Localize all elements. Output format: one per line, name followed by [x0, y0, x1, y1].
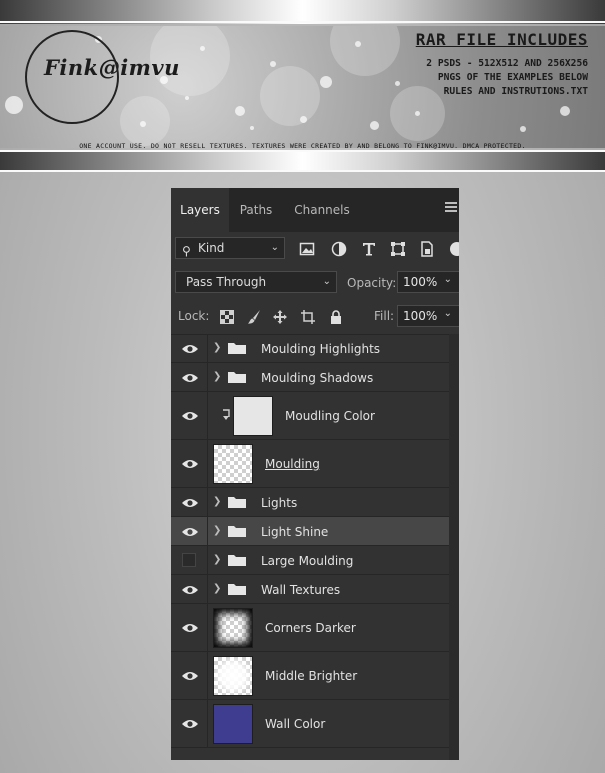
eye-icon[interactable] — [181, 718, 199, 730]
layer-name: Moulding Shadows — [261, 371, 374, 385]
logo-text: Fink@imvu — [44, 55, 180, 80]
type-filter-icon[interactable] — [361, 241, 377, 257]
layer-name: Moudling Color — [285, 409, 375, 423]
layer-name: Wall Color — [265, 717, 326, 731]
disclaimer-text: ONE ACCOUNT USE. DO NOT RESELL TEXTURES.… — [79, 142, 526, 150]
lock-artboard-icon[interactable] — [300, 309, 316, 325]
tab-layers[interactable]: Layers — [171, 188, 229, 232]
filter-row: ⚲ Kind ⌄ — [171, 232, 459, 266]
eye-icon[interactable] — [181, 410, 199, 422]
layer-name: Light Shine — [261, 525, 329, 539]
fill-label: Fill: — [374, 309, 395, 323]
smart-object-filter-icon[interactable] — [419, 241, 435, 257]
layer-row[interactable]: ❯ Large Moulding — [171, 546, 449, 575]
layers-panel: Layers Paths Channels ⚲ Kind ⌄ Pass Thro… — [171, 188, 459, 760]
panel-menu-icon[interactable] — [445, 202, 457, 216]
layer-thumbnail — [213, 444, 253, 484]
rar-line-1: 2 PSDS - 512X512 AND 256X256 — [426, 58, 588, 69]
folder-icon — [228, 555, 246, 566]
layer-name: Lights — [261, 496, 298, 510]
folder-icon — [228, 343, 246, 354]
layer-thumbnail — [213, 656, 253, 696]
folder-icon — [228, 497, 246, 508]
layer-row[interactable]: Middle Brighter — [171, 652, 449, 700]
chevron-right-icon[interactable]: ❯ — [213, 554, 221, 565]
layer-row-selected[interactable]: ❯ Light Shine — [171, 517, 449, 546]
layers-scrollbar[interactable] — [449, 334, 459, 760]
blend-row: Pass Through ⌄ Opacity: 100% ⌄ — [171, 266, 459, 300]
lock-label: Lock: — [178, 309, 210, 323]
opacity-input[interactable]: 100% ⌄ — [397, 271, 459, 293]
lock-transparent-pixels-icon[interactable] — [219, 309, 235, 325]
layer-name: Corners Darker — [265, 621, 356, 635]
rar-line-2: PNGS OF THE EXAMPLES BELOW — [437, 72, 588, 83]
search-icon: ⚲ — [182, 244, 191, 258]
filter-kind-select[interactable]: ⚲ Kind ⌄ — [175, 237, 285, 259]
chevron-down-icon: ⌄ — [270, 242, 279, 253]
layer-name: Middle Brighter — [265, 669, 358, 683]
chrome-bar-bottom — [0, 150, 605, 172]
clipping-mask-icon — [223, 409, 230, 420]
fill-input[interactable]: 100% ⌄ — [397, 305, 459, 327]
image-filter-icon[interactable] — [299, 241, 315, 257]
layer-name: Moulding — [265, 457, 320, 471]
eye-icon[interactable] — [181, 622, 199, 634]
layer-name: Moulding Highlights — [261, 342, 381, 356]
opacity-label: Opacity: — [347, 276, 397, 290]
layer-name: Large Moulding — [261, 554, 354, 568]
chevron-down-icon: ⌄ — [443, 308, 452, 319]
lock-image-pixels-icon[interactable] — [246, 309, 262, 325]
chevron-right-icon[interactable]: ❯ — [213, 496, 221, 507]
layer-name: Wall Textures — [261, 583, 341, 597]
folder-icon — [228, 372, 246, 383]
chevron-right-icon[interactable]: ❯ — [213, 371, 221, 382]
eye-icon[interactable] — [181, 372, 199, 384]
opacity-value: 100% — [403, 275, 438, 289]
folder-icon — [228, 526, 246, 537]
layer-row[interactable]: Moudling Color — [171, 392, 449, 440]
chevron-right-icon[interactable]: ❯ — [213, 583, 221, 594]
blend-mode-select[interactable]: Pass Through ⌄ — [175, 271, 337, 293]
eye-icon[interactable] — [181, 526, 199, 538]
blend-mode-value: Pass Through — [186, 275, 267, 289]
layer-row[interactable]: Corners Darker — [171, 604, 449, 652]
eye-icon[interactable] — [181, 343, 199, 355]
lock-all-icon[interactable] — [328, 309, 344, 325]
layer-thumbnail — [233, 396, 273, 436]
promo-banner: Fink@imvu RAR FILE INCLUDES 2 PSDS - 512… — [0, 0, 605, 175]
chevron-right-icon[interactable]: ❯ — [213, 525, 221, 536]
layer-row[interactable]: ❯ Moulding Highlights — [171, 334, 449, 363]
rar-line-3: RULES AND INSTRUTIONS.TXT — [443, 86, 588, 97]
shape-filter-icon[interactable] — [390, 241, 406, 257]
tab-paths[interactable]: Paths — [229, 188, 283, 232]
panel-tabs: Layers Paths Channels — [171, 188, 459, 232]
eye-icon[interactable] — [181, 458, 199, 470]
chrome-bar-top — [0, 0, 605, 24]
adjustment-filter-icon[interactable] — [331, 241, 347, 257]
layer-row[interactable]: ❯ Wall Textures — [171, 575, 449, 604]
tab-channels[interactable]: Channels — [285, 188, 359, 232]
rar-contents: 2 PSDS - 512X512 AND 256X256 PNGS OF THE… — [426, 57, 588, 99]
filter-kind-label: Kind — [198, 241, 225, 255]
rar-title: RAR FILE INCLUDES — [415, 30, 588, 49]
layer-row[interactable]: Moulding — [171, 440, 449, 488]
folder-icon — [228, 584, 246, 595]
layer-row[interactable]: ❯ Moulding Shadows — [171, 363, 449, 392]
layer-row[interactable]: ❯ Lights — [171, 488, 449, 517]
layer-row[interactable]: Wall Color — [171, 700, 449, 748]
chevron-down-icon: ⌄ — [443, 274, 452, 285]
eye-icon[interactable] — [181, 497, 199, 509]
chevron-right-icon[interactable]: ❯ — [213, 342, 221, 353]
chevron-down-icon: ⌄ — [322, 276, 331, 287]
layer-thumbnail — [213, 608, 253, 648]
lock-row: Lock: Fill: 100% ⌄ — [171, 300, 459, 335]
filter-toggle-icon[interactable] — [449, 241, 459, 257]
layer-thumbnail — [213, 704, 253, 744]
eye-icon[interactable] — [181, 584, 199, 596]
lock-position-icon[interactable] — [272, 309, 288, 325]
visibility-toggle-off[interactable] — [182, 553, 196, 567]
fill-value: 100% — [403, 309, 438, 323]
eye-icon[interactable] — [181, 670, 199, 682]
